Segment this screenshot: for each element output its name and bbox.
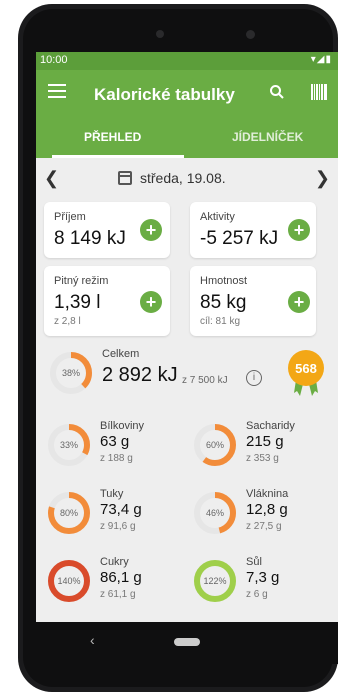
nutrient-sul[interactable]: 122% Sůl 7,3 g z 6 g: [190, 552, 338, 614]
percent-text: 80%: [59, 508, 78, 518]
status-bar: 10:00 ▾◢▮: [36, 52, 338, 70]
tab-jidelnicek[interactable]: JÍDELNÍČEK: [232, 130, 303, 144]
add-icon[interactable]: +: [288, 291, 310, 313]
total-progress-ring: 38%: [48, 350, 94, 396]
app-screen: 10:00 ▾◢▮ Kalorické tabulky PŘEHLED JÍDE…: [36, 52, 338, 622]
card-goal: z 2,8 l: [54, 316, 81, 327]
add-icon[interactable]: +: [140, 219, 162, 241]
speaker-icon: [156, 30, 164, 38]
card-value: 1,39 l: [54, 292, 101, 313]
percent-text: 46%: [205, 508, 224, 518]
nutrient-goal: z 188 g: [100, 453, 133, 464]
nutrient-value: 7,3 g: [246, 569, 280, 586]
nutrient-value: 12,8 g: [246, 501, 288, 518]
nutrient-goal: z 353 g: [246, 453, 279, 464]
card-pitny-rezim[interactable]: Pitný režim 1,39 l z 2,8 l +: [44, 266, 170, 336]
nutrient-sacharidy[interactable]: 60% Sacharidy 215 g z 353 g: [190, 416, 338, 478]
nutrient-name: Vláknina: [246, 488, 289, 500]
total-summary[interactable]: 38% Celkem 2 892 kJ z 7 500 kJ i 568: [36, 342, 338, 412]
nutrient-value: 86,1 g: [100, 569, 142, 586]
nutrient-goal: z 27,5 g: [246, 521, 282, 532]
tab-prehled[interactable]: PŘEHLED: [84, 130, 141, 144]
app-title: Kalorické tabulky: [94, 85, 235, 104]
date-bar: ❮ středa, 19.08. ❯: [36, 158, 338, 198]
card-value: 85 kg: [200, 292, 247, 313]
percent-text: 33%: [59, 440, 78, 450]
add-icon[interactable]: +: [140, 291, 162, 313]
total-value: 2 892 kJ: [102, 364, 178, 386]
camera-icon: [246, 30, 255, 39]
calendar-icon: [118, 171, 132, 185]
nutrient-name: Cukry: [100, 556, 129, 568]
nutrient-value: 63 g: [100, 433, 130, 450]
card-goal: cíl: 81 kg: [200, 316, 241, 327]
card-aktivity[interactable]: Aktivity -5 257 kJ +: [190, 202, 316, 258]
home-icon[interactable]: [174, 638, 200, 646]
total-goal: z 7 500 kJ: [182, 375, 228, 386]
status-time: 10:00: [40, 54, 68, 66]
barcode-icon[interactable]: [311, 84, 327, 100]
progress-ring: 46%: [192, 490, 238, 536]
nutrient-value: 215 g: [246, 433, 284, 450]
nutrient-value: 73,4 g: [100, 501, 142, 518]
nutrient-name: Bílkoviny: [100, 420, 145, 432]
nutrient-goal: z 61,1 g: [100, 589, 136, 600]
nutrient-name: Sacharidy: [246, 420, 295, 432]
total-label: Celkem: [102, 348, 140, 360]
add-icon[interactable]: +: [288, 219, 310, 241]
progress-ring: 80%: [46, 490, 92, 536]
menu-icon[interactable]: [48, 84, 66, 100]
progress-ring: 33%: [46, 422, 92, 468]
card-value: 8 149 kJ: [54, 228, 126, 249]
percent-text: 140%: [57, 576, 81, 586]
card-value: -5 257 kJ: [200, 228, 279, 249]
percent-text: 60%: [205, 440, 224, 450]
progress-ring: 122%: [192, 558, 238, 604]
card-label: Příjem: [54, 211, 86, 223]
nutrient-name: Sůl: [246, 556, 262, 568]
card-label: Hmotnost: [200, 275, 248, 287]
nutrient-goal: z 91,6 g: [100, 521, 136, 532]
app-bar: Kalorické tabulky: [36, 70, 338, 118]
nutrient-goal: z 6 g: [246, 589, 268, 600]
card-label: Aktivity: [200, 211, 235, 223]
nutrient-vlaknina[interactable]: 46% Vláknina 12,8 g z 27,5 g: [190, 484, 338, 546]
total-percent: 38%: [61, 368, 80, 378]
card-hmotnost[interactable]: Hmotnost 85 kg cíl: 81 kg +: [190, 266, 316, 336]
chevron-right-icon[interactable]: ❯: [315, 168, 330, 189]
nutrient-name: Tuky: [100, 488, 124, 500]
nutrient-cukry[interactable]: 140% Cukry 86,1 g z 61,1 g: [44, 552, 194, 614]
percent-text: 122%: [203, 576, 227, 586]
nutrient-bilkoviny[interactable]: 33% Bílkoviny 63 g z 188 g: [44, 416, 194, 478]
tab-bar: PŘEHLED JÍDELNÍČEK: [36, 118, 338, 158]
progress-ring: 60%: [192, 422, 238, 468]
card-prijem[interactable]: Příjem 8 149 kJ +: [44, 202, 170, 258]
status-icons: ▾◢▮: [310, 54, 332, 65]
info-icon[interactable]: i: [246, 370, 262, 386]
system-nav-bar: ‹: [36, 622, 338, 664]
search-icon[interactable]: [269, 84, 285, 105]
current-date[interactable]: středa, 19.08.: [140, 170, 226, 186]
nutrient-tuky[interactable]: 80% Tuky 73,4 g z 91,6 g: [44, 484, 194, 546]
streak-badge[interactable]: 568: [288, 350, 324, 386]
back-icon[interactable]: ‹: [90, 632, 95, 648]
chevron-left-icon[interactable]: ❮: [44, 168, 59, 189]
progress-ring: 140%: [46, 558, 92, 604]
card-label: Pitný režim: [54, 275, 109, 287]
